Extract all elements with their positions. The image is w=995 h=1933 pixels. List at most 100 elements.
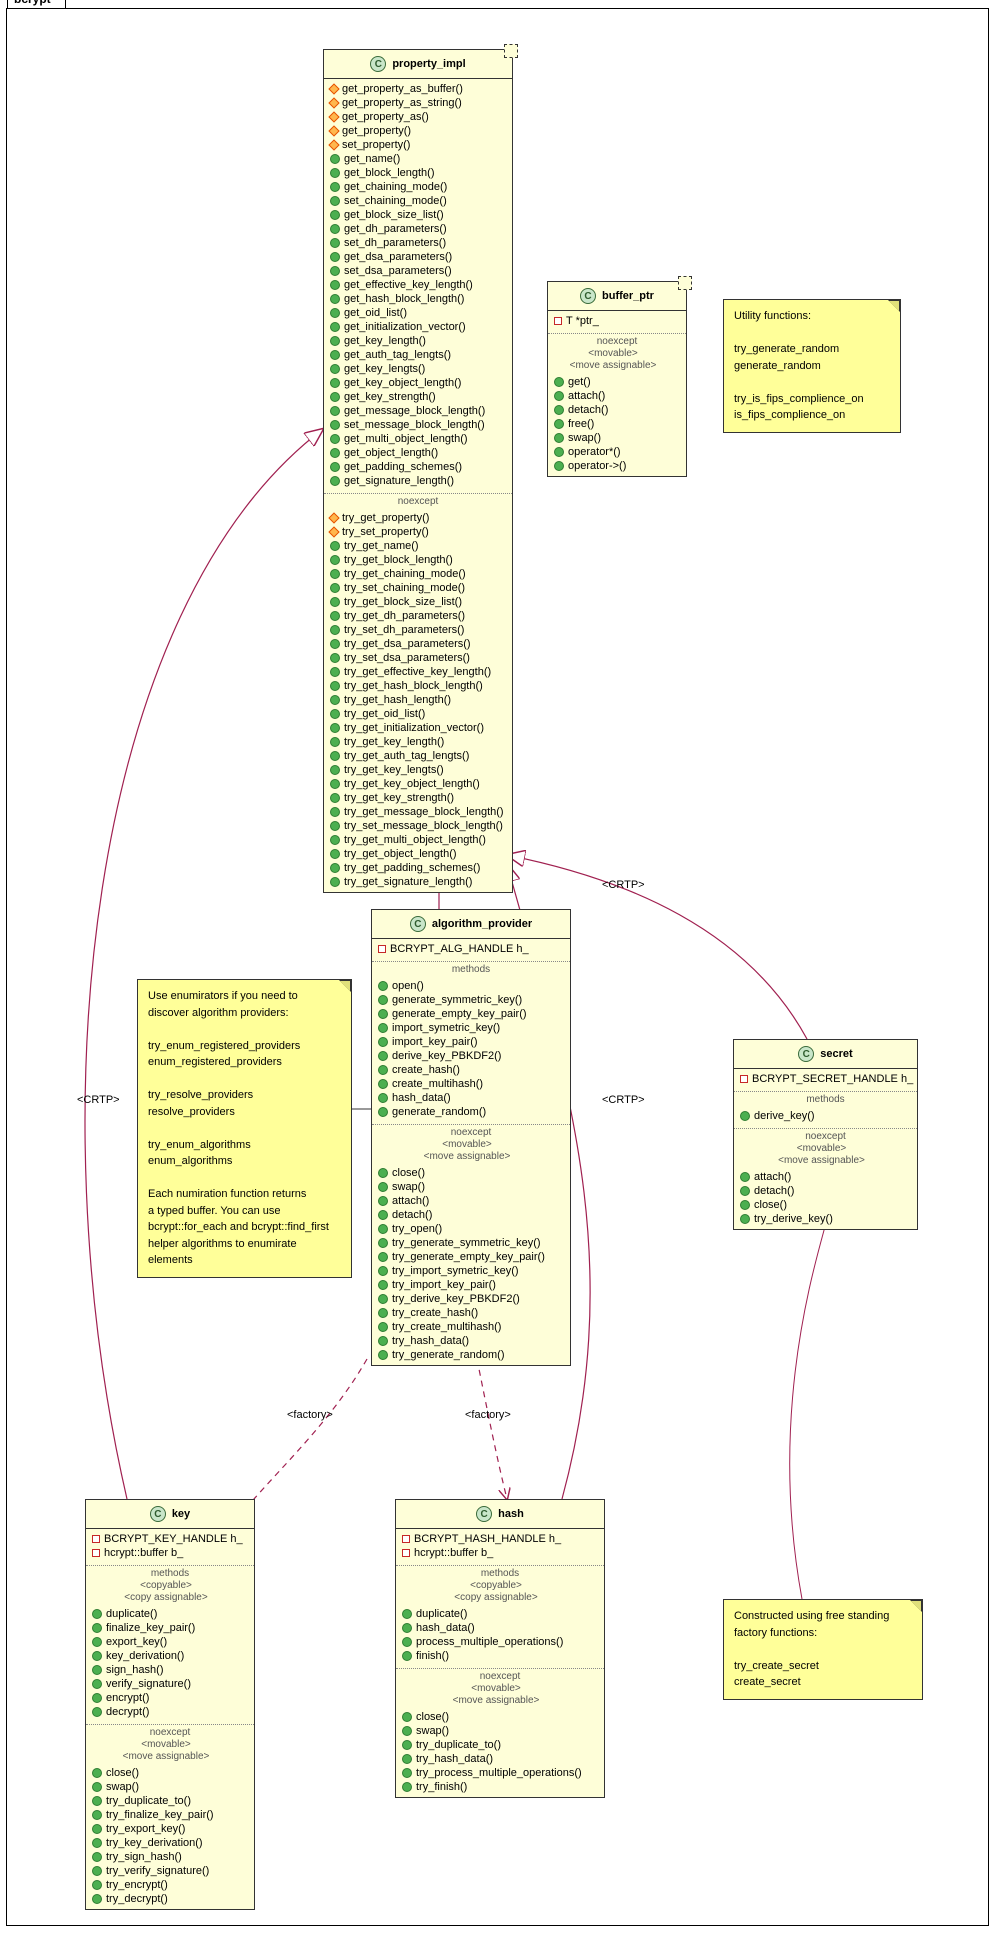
visibility-icon <box>330 266 340 276</box>
visibility-icon <box>330 737 340 747</box>
member-row: try_generate_random() <box>376 1348 566 1362</box>
visibility-icon <box>330 639 340 649</box>
stereotype: <move assignable> <box>392 1695 600 1706</box>
member-label: try_import_key_pair() <box>392 1278 496 1292</box>
member-row: try_set_chaining_mode() <box>328 581 508 595</box>
visibility-icon <box>92 1810 102 1820</box>
visibility-icon <box>378 1308 388 1318</box>
member-row: BCRYPT_ALG_HANDLE h_ <box>376 942 566 956</box>
visibility-icon <box>740 1200 750 1210</box>
member-row: try_get_key_strength() <box>328 791 508 805</box>
member-label: try_get_key_lengts() <box>344 763 444 777</box>
visibility-icon <box>330 779 340 789</box>
member-label: duplicate() <box>416 1607 467 1621</box>
class-icon: C <box>370 56 386 72</box>
member-label: free() <box>568 417 594 431</box>
member-label: export_key() <box>106 1635 167 1649</box>
class-header: C secret <box>734 1040 917 1069</box>
visibility-icon <box>330 392 340 402</box>
member-label: duplicate() <box>106 1607 157 1621</box>
stereotype: <move assignable> <box>368 1151 566 1162</box>
member-label: try_finish() <box>416 1780 467 1794</box>
member-label: try_get_key_length() <box>344 735 444 749</box>
visibility-icon <box>378 1093 388 1103</box>
member-label: try_get_property() <box>342 511 429 525</box>
template-icon <box>678 276 692 290</box>
member-label: get_chaining_mode() <box>344 180 447 194</box>
visibility-icon <box>330 597 340 607</box>
visibility-icon <box>740 1186 750 1196</box>
compartment: open()generate_symmetric_key()generate_e… <box>372 976 570 1122</box>
member-label: swap() <box>568 431 601 445</box>
visibility-icon <box>330 154 340 164</box>
class-secret: C secret BCRYPT_SECRET_HANDLE h_ methods… <box>733 1039 918 1230</box>
visibility-icon <box>378 1037 388 1047</box>
member-label: open() <box>392 979 424 993</box>
edge-label-factory-key: <factory> <box>287 1409 333 1421</box>
member-row: generate_symmetric_key() <box>376 993 566 1007</box>
visibility-icon <box>378 1182 388 1192</box>
visibility-icon <box>328 97 339 108</box>
member-row: set_property() <box>328 138 508 152</box>
stereotype: <copyable> <box>82 1580 250 1591</box>
member-row: get_initialization_vector() <box>328 320 508 334</box>
member-label: try_process_multiple_operations() <box>416 1766 582 1780</box>
member-row: try_get_hash_block_length() <box>328 679 508 693</box>
visibility-icon <box>378 1009 388 1019</box>
visibility-icon <box>330 420 340 430</box>
member-label: get() <box>568 375 591 389</box>
visibility-icon <box>330 224 340 234</box>
member-row: get_padding_schemes() <box>328 460 508 474</box>
member-row: try_derive_key_PBKDF2() <box>376 1292 566 1306</box>
member-row: get_property_as_buffer() <box>328 82 508 96</box>
member-label: generate_empty_key_pair() <box>392 1007 527 1021</box>
visibility-icon <box>330 863 340 873</box>
class-title: property_impl <box>392 58 465 70</box>
member-label: swap() <box>392 1180 425 1194</box>
member-label: try_get_padding_schemes() <box>344 861 480 875</box>
visibility-icon <box>554 419 564 429</box>
visibility-icon <box>330 364 340 374</box>
member-label: detach() <box>392 1208 432 1222</box>
member-label: get_effective_key_length() <box>344 278 473 292</box>
member-label: try_duplicate_to() <box>106 1794 191 1808</box>
member-row: try_finalize_key_pair() <box>90 1808 250 1822</box>
class-title: algorithm_provider <box>432 918 532 930</box>
visibility-icon <box>92 1707 102 1717</box>
visibility-icon <box>330 406 340 416</box>
member-row: create_hash() <box>376 1063 566 1077</box>
member-row: key_derivation() <box>90 1649 250 1663</box>
member-row: try_open() <box>376 1222 566 1236</box>
visibility-icon <box>330 476 340 486</box>
visibility-icon <box>328 139 339 150</box>
visibility-icon <box>554 461 564 471</box>
member-row: hcrypt::buffer b_ <box>400 1546 600 1560</box>
member-row: set_message_block_length() <box>328 418 508 432</box>
member-row: attach() <box>738 1170 913 1184</box>
stereotype: <move assignable> <box>82 1751 250 1762</box>
member-row: try_decrypt() <box>90 1892 250 1906</box>
class-header: C key <box>86 1500 254 1529</box>
member-row: try_set_dh_parameters() <box>328 623 508 637</box>
member-label: get_dsa_parameters() <box>344 250 452 264</box>
member-label: BCRYPT_SECRET_HANDLE h_ <box>752 1072 913 1086</box>
visibility-icon <box>328 111 339 122</box>
member-label: BCRYPT_KEY_HANDLE h_ <box>104 1532 243 1546</box>
member-row: import_symetric_key() <box>376 1021 566 1035</box>
stereotype: <copy assignable> <box>82 1592 250 1603</box>
member-label: T *ptr_ <box>566 314 599 328</box>
section-label: noexcept <box>86 1727 254 1738</box>
visibility-icon <box>402 1535 410 1543</box>
member-label: get_hash_block_length() <box>344 292 464 306</box>
visibility-icon <box>330 709 340 719</box>
member-label: try_derive_key() <box>754 1212 833 1226</box>
visibility-icon <box>330 168 340 178</box>
member-row: try_import_key_pair() <box>376 1278 566 1292</box>
member-row: try_hash_data() <box>376 1334 566 1348</box>
member-row: get_name() <box>328 152 508 166</box>
member-row: try_get_dsa_parameters() <box>328 637 508 651</box>
member-label: generate_symmetric_key() <box>392 993 522 1007</box>
member-row: try_verify_signature() <box>90 1864 250 1878</box>
visibility-icon <box>92 1549 100 1557</box>
member-label: create_hash() <box>392 1063 460 1077</box>
